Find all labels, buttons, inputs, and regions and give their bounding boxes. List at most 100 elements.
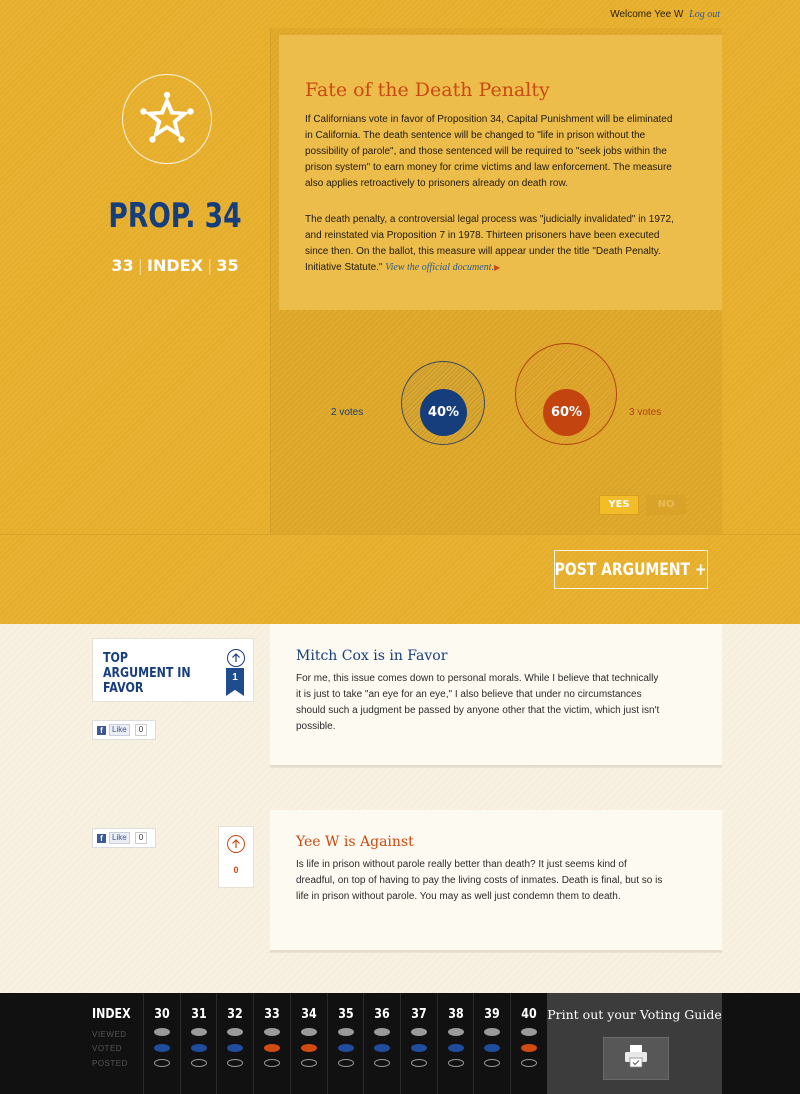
index-prop-number: 37: [411, 1007, 427, 1022]
print-guide-label: Print out your Voting Guide: [547, 1007, 722, 1022]
index-bar: INDEX VIEWED VOTED POSTED 30 31 32 33 34 35 36…: [0, 993, 800, 1094]
index-prop-33[interactable]: 33: [253, 993, 289, 1094]
prev-prop-link[interactable]: 33: [111, 256, 133, 275]
argument-vote-card: 0: [218, 826, 254, 888]
top-argument-label: TOP ARGUMENT IN FAVOR: [103, 651, 191, 696]
like-count: 0: [134, 832, 148, 844]
voted-indicator: [154, 1044, 170, 1052]
index-prop-38[interactable]: 38: [436, 993, 473, 1094]
like-button[interactable]: Like: [109, 724, 130, 736]
no-vote-count: 3 votes: [629, 407, 662, 418]
argument-card: Mitch Cox is in Favor For me, this issue…: [270, 624, 722, 767]
index-prop-number: 32: [227, 1007, 244, 1022]
facebook-icon: f: [97, 725, 106, 735]
index-prop-36[interactable]: 36: [363, 993, 399, 1094]
index-prop-37[interactable]: 37: [399, 993, 436, 1094]
prop-title: PROP. 34: [108, 196, 242, 236]
index-prop-number: 35: [337, 1007, 354, 1022]
voted-indicator: [410, 1044, 427, 1052]
viewed-indicator: [447, 1028, 464, 1036]
facebook-like-widget: f Like 0: [92, 720, 156, 740]
voted-indicator: [484, 1044, 501, 1052]
poll-results: 2 votes 40% 60% 3 votes YES NO: [271, 311, 723, 534]
viewed-indicator: [484, 1028, 501, 1036]
index-prop-number: 33: [264, 1007, 280, 1022]
argument-section-favor: TOP ARGUMENT IN FAVOR 1 f Like 0 Mitch C…: [0, 624, 800, 810]
posted-indicator: [154, 1059, 170, 1067]
yes-vote-count: 2 votes: [331, 407, 364, 418]
logout-link[interactable]: Log out: [689, 9, 720, 20]
voted-indicator: [300, 1044, 317, 1052]
next-prop-link[interactable]: 35: [216, 256, 238, 275]
index-prop-39[interactable]: 39: [473, 993, 509, 1094]
description-card: Fate of the Death Penalty If Californian…: [279, 35, 722, 310]
arrow-right-icon: ▶: [493, 263, 501, 272]
like-button[interactable]: Like: [109, 832, 130, 844]
posted-indicator: [227, 1059, 244, 1067]
like-count: 0: [134, 724, 148, 736]
posted-indicator: [410, 1059, 427, 1067]
sheriff-star-icon: [122, 74, 212, 164]
argument-body: For me, this issue comes down to persona…: [296, 673, 660, 732]
posted-indicator: [337, 1059, 354, 1067]
index-prop-32[interactable]: 32: [216, 993, 252, 1094]
upvote-arrow-icon[interactable]: [227, 649, 245, 667]
index-prop-35[interactable]: 35: [326, 993, 363, 1094]
official-document-link[interactable]: View the official document.: [385, 262, 494, 273]
voted-indicator: [264, 1044, 281, 1052]
posted-indicator: [264, 1059, 281, 1067]
voted-indicator: [190, 1044, 207, 1052]
upvote-arrow-icon[interactable]: [227, 835, 245, 853]
post-argument-band: POST ARGUMENT +: [0, 534, 800, 624]
vote-count: 0: [233, 865, 239, 875]
voted-indicator: [447, 1044, 464, 1052]
row-label-viewed: VIEWED: [92, 1030, 127, 1039]
print-guide-panel: Print out your Voting Guide: [547, 993, 722, 1094]
index-prop-number: 39: [484, 1007, 500, 1022]
row-label-posted: POSTED: [92, 1059, 128, 1068]
prop-sidebar: PROP. 34 33 | INDEX | 35: [80, 28, 270, 534]
index-prop-number: 36: [374, 1007, 390, 1022]
facebook-icon: f: [97, 833, 106, 843]
viewed-indicator: [300, 1028, 317, 1036]
index-prop-number: 34: [301, 1007, 317, 1022]
viewed-indicator: [374, 1028, 391, 1036]
index-prop-number: 38: [447, 1007, 464, 1022]
index-prop-31[interactable]: 31: [179, 993, 216, 1094]
posted-indicator: [521, 1059, 537, 1067]
print-button[interactable]: [603, 1037, 669, 1080]
viewed-indicator: [521, 1028, 537, 1036]
index-prop-number: 30: [154, 1007, 170, 1022]
post-argument-button[interactable]: POST ARGUMENT +: [554, 550, 708, 589]
index-prop-30[interactable]: 30: [143, 993, 179, 1094]
index-prop-34[interactable]: 34: [289, 993, 326, 1094]
facebook-like-widget: f Like 0: [92, 828, 156, 848]
vote-yes-button[interactable]: YES: [599, 495, 639, 515]
argument-card: Yee W is Against Is life in prison witho…: [270, 810, 722, 952]
argument-heading: Yee W is Against: [296, 834, 414, 850]
index-prop-number: 40: [521, 1007, 537, 1022]
vote-no-button[interactable]: NO: [646, 495, 686, 515]
posted-indicator: [374, 1059, 391, 1067]
voted-indicator: [337, 1044, 354, 1052]
posted-indicator: [190, 1059, 207, 1067]
welcome-text: Welcome Yee W: [610, 9, 684, 20]
index-prop-40[interactable]: 40: [510, 993, 546, 1094]
row-label-voted: VOTED: [92, 1044, 123, 1053]
prop-main-panel: Fate of the Death Penalty If Californian…: [270, 28, 723, 534]
yes-percent-badge: 40%: [420, 389, 467, 436]
viewed-indicator: [264, 1028, 281, 1036]
posted-indicator: [447, 1059, 464, 1067]
index-link[interactable]: INDEX: [147, 256, 203, 275]
voted-indicator: [227, 1044, 244, 1052]
posted-indicator: [484, 1059, 501, 1067]
description-paragraph-1: If Californians vote in favor of Proposi…: [305, 114, 673, 189]
argument-heading: Mitch Cox is in Favor: [296, 648, 448, 664]
viewed-indicator: [190, 1028, 207, 1036]
argument-body: Is life in prison without parole really …: [296, 859, 663, 902]
index-prop-number: 31: [190, 1007, 207, 1022]
printer-icon: [623, 1044, 649, 1073]
voted-indicator: [521, 1044, 537, 1052]
index-label: INDEX: [92, 1007, 131, 1022]
viewed-indicator: [410, 1028, 427, 1036]
